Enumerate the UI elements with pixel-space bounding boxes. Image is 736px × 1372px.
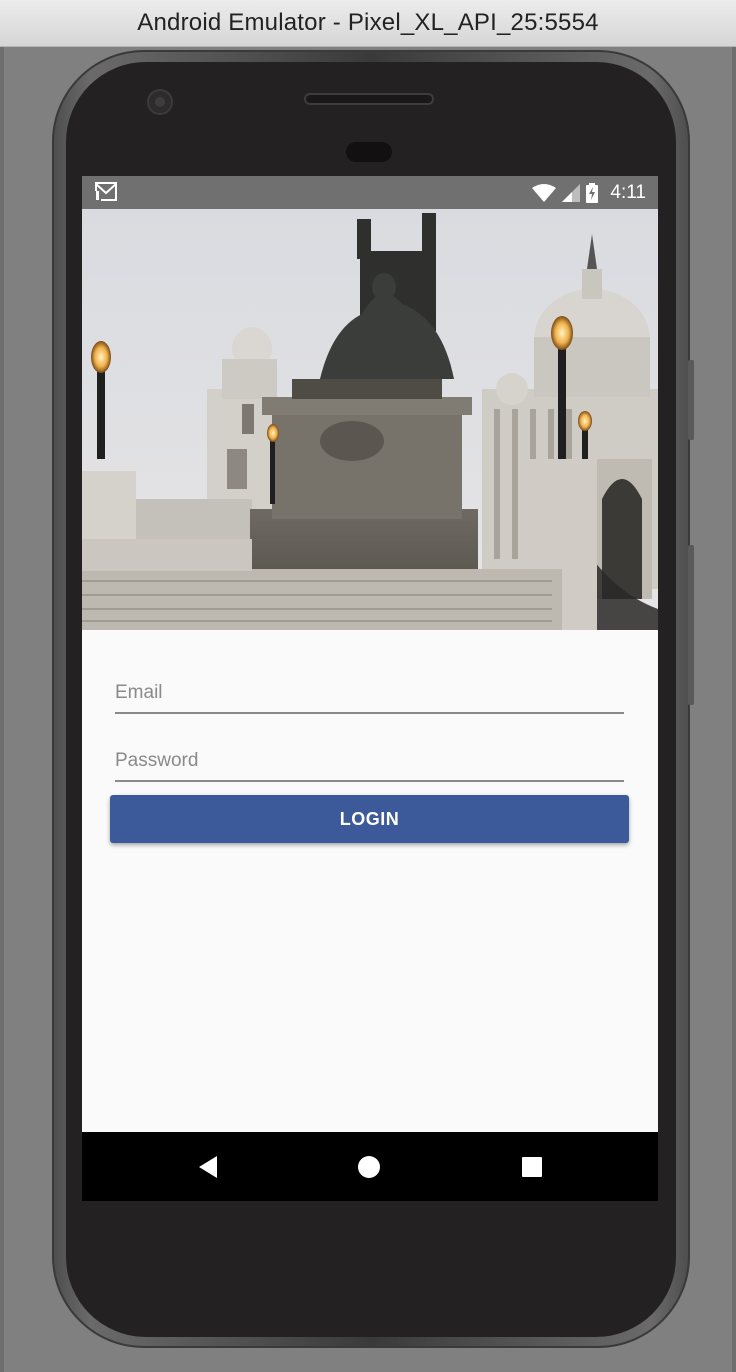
hero-photo-illustration	[82, 209, 658, 630]
earpiece-speaker	[304, 93, 434, 105]
recents-icon	[522, 1156, 542, 1177]
password-field[interactable]	[115, 750, 624, 772]
home-button[interactable]	[329, 1132, 409, 1201]
back-icon	[199, 1155, 217, 1178]
emulator-title-bar: Android Emulator - Pixel_XL_API_25:5554	[0, 0, 736, 47]
email-field[interactable]	[115, 682, 624, 704]
window-left-edge	[0, 47, 4, 1372]
victoria-memorial-statue-photo	[82, 209, 658, 630]
status-icons: 4:11	[532, 176, 646, 209]
password-field-container	[115, 738, 624, 782]
status-bar: 4:11	[82, 176, 658, 209]
power-button[interactable]	[688, 360, 694, 440]
email-field-container	[115, 670, 624, 714]
home-icon	[358, 1155, 380, 1178]
window-title: Android Emulator - Pixel_XL_API_25:5554	[137, 9, 599, 36]
phone-screen: 4:11 Email LOGIN	[82, 176, 658, 1201]
navigation-bar	[82, 1132, 658, 1201]
back-button[interactable]	[168, 1132, 248, 1201]
gmail-notification-icon	[95, 182, 117, 201]
window-right-edge	[732, 47, 736, 1372]
volume-rocker[interactable]	[688, 545, 694, 705]
proximity-sensor	[346, 142, 392, 162]
wifi-icon	[532, 183, 557, 202]
clock: 4:11	[610, 181, 646, 203]
front-camera	[147, 89, 173, 115]
battery-charging-icon	[586, 182, 599, 203]
cell-signal-icon	[562, 183, 581, 202]
login-button[interactable]: LOGIN	[110, 795, 629, 843]
recents-button[interactable]	[492, 1132, 572, 1201]
